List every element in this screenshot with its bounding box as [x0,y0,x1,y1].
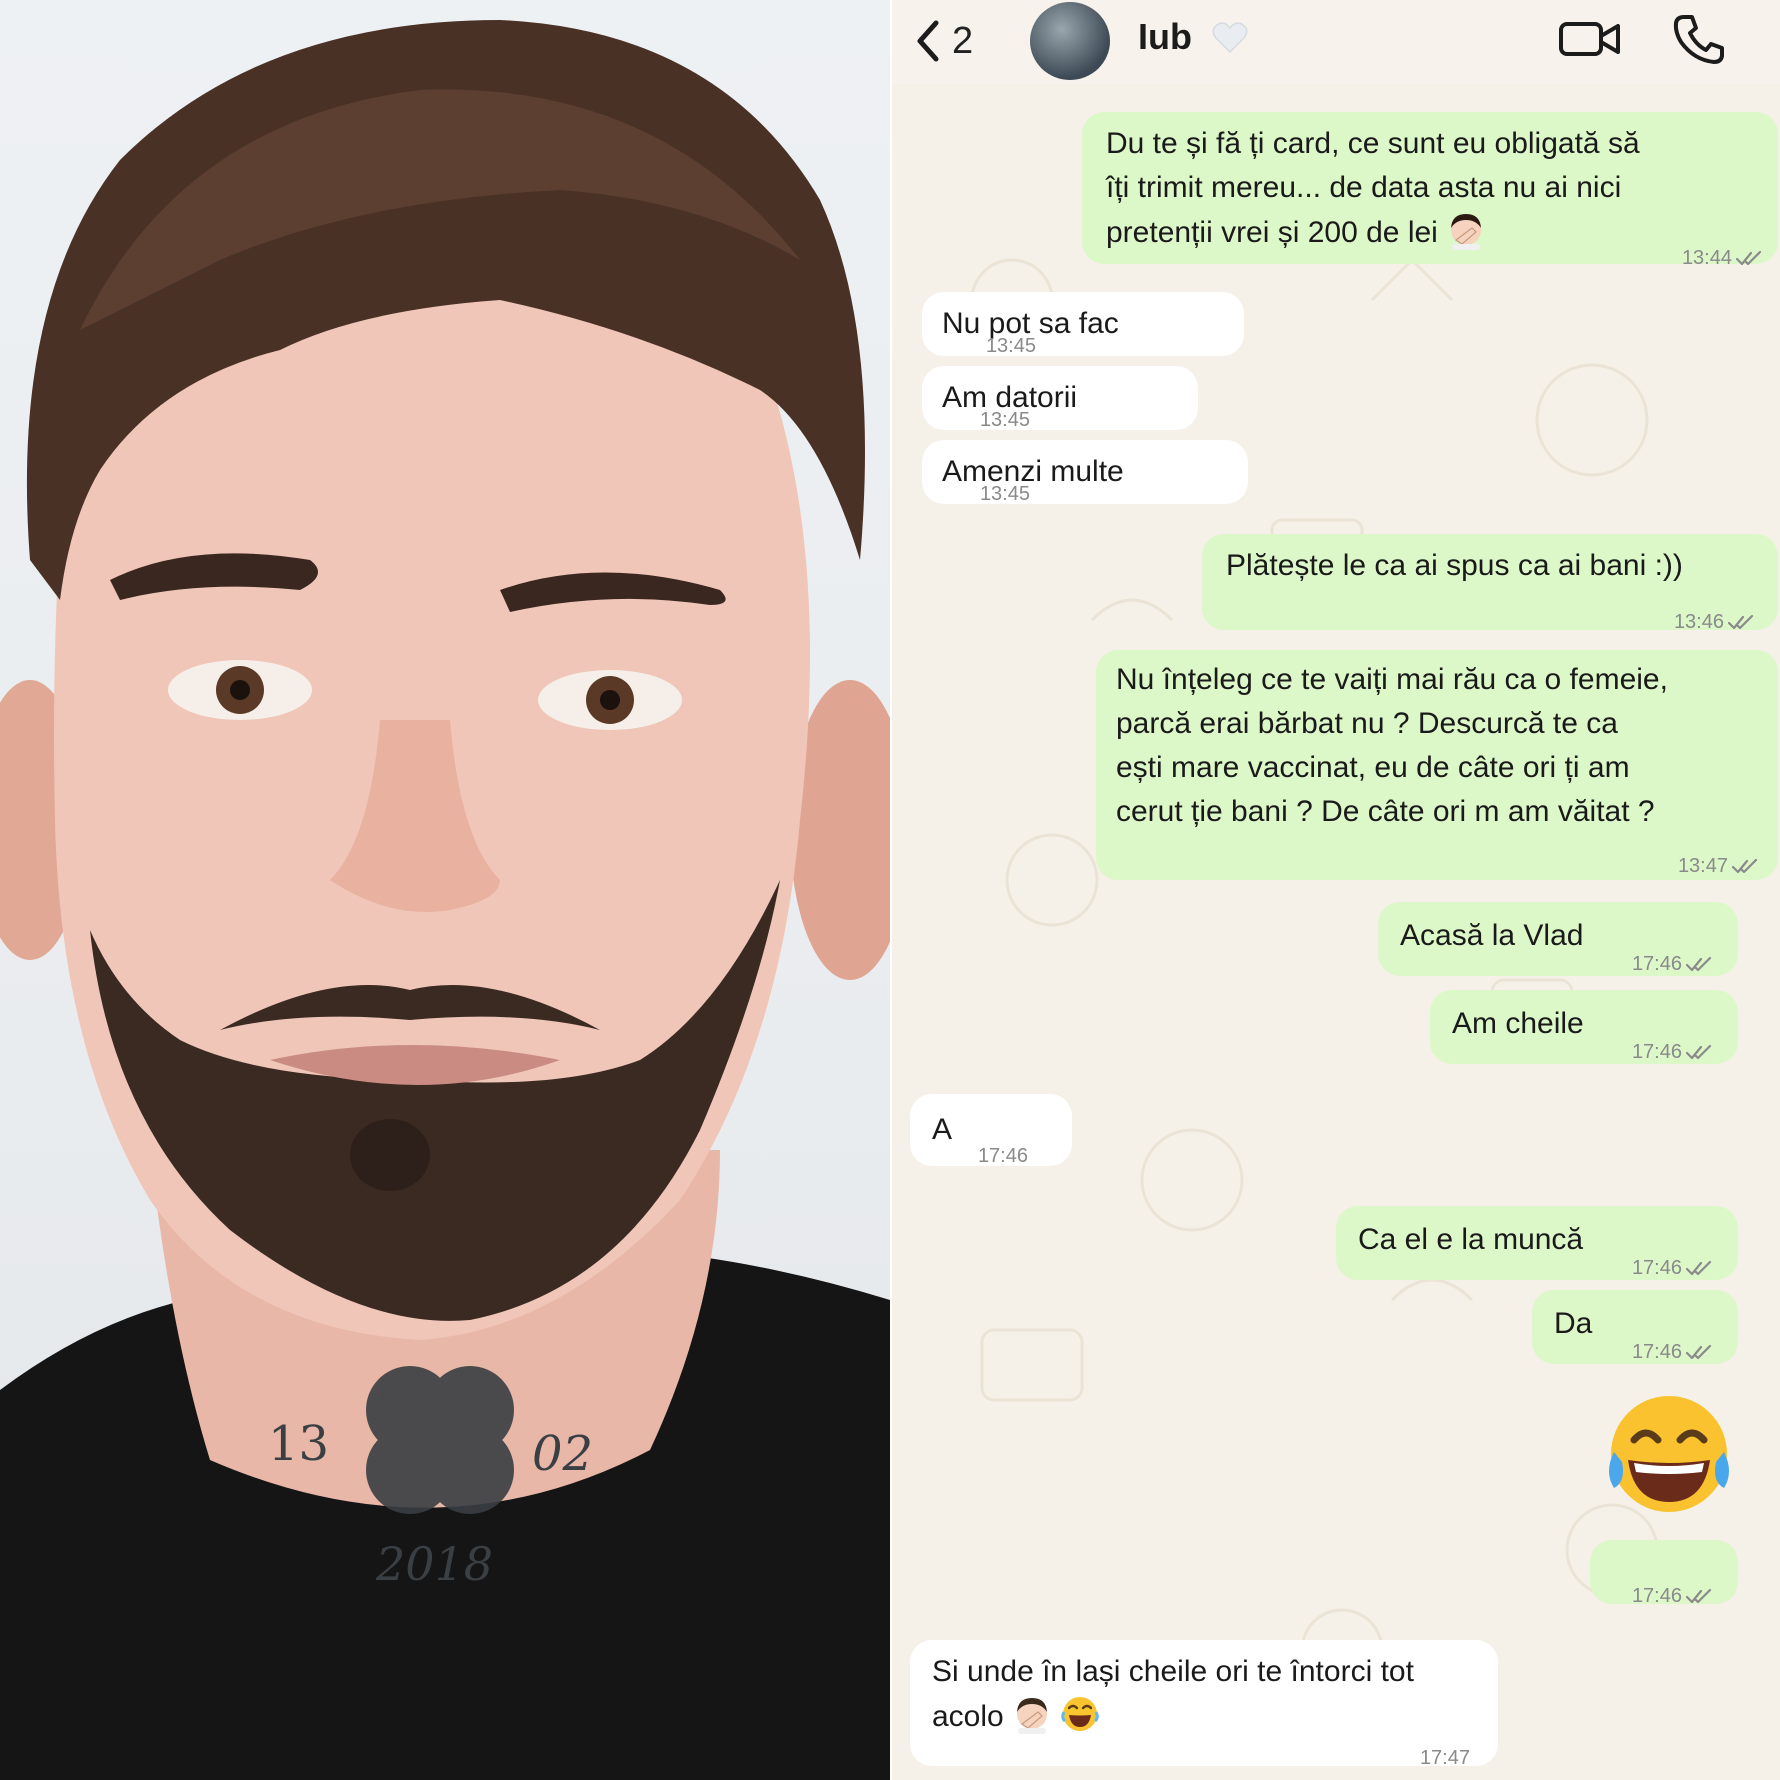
message-text: Acasă la Vlad [1400,919,1584,952]
message-time: 17:46 [1632,1330,1712,1374]
message-timestamp: 17:47 [1419,1747,1470,1769]
message-time: 13:44 [1682,236,1762,280]
message-text: Da [1554,1307,1593,1340]
read-ticks-icon [1736,250,1762,266]
message-timestamp: 17:46 [977,1145,1028,1167]
message-time: 17:46 [1632,1246,1712,1290]
tattoo-number-right: 02 [532,1426,593,1482]
message-time: 13:47 [1678,844,1758,888]
contact-avatar[interactable] [1030,2,1110,80]
facepalm-emoji-icon [1451,214,1482,250]
message-text: Plătește le ca ai spus ca ai bani :)) [1226,549,1683,582]
message-timestamp: 17:46 [1631,1585,1682,1607]
back-button[interactable]: 2 [912,14,973,68]
incoming-message[interactable]: Si unde în lași cheile ori te întorci to… [910,1640,1498,1769]
message-time: 17:46 [1632,1574,1712,1618]
message-timestamp: 17:46 [1631,1257,1682,1279]
message-timestamp: 17:46 [1631,953,1682,975]
message-text: îți trimit mereu... de data asta nu ai n… [1106,171,1622,204]
message-timestamp: 17:46 [1631,1341,1682,1363]
message-text: Du te și fă ți card, ce sunt eu obligată… [1106,127,1640,160]
face-with-tears-of-joy-icon [1609,1396,1729,1512]
message-text: pretenții vrei și 200 de lei [1106,210,1486,255]
read-ticks-icon [1728,614,1754,630]
outgoing-message[interactable]: Du te și fă ți card, ce sunt eu obligată… [1082,112,1778,269]
incoming-message[interactable]: Nu pot sa fac 13:45 [922,292,1244,357]
message-text: Si unde în lași cheile ori te întorci to… [932,1655,1414,1688]
message-timestamp: 13:45 [985,335,1036,357]
back-chevron-icon [917,20,939,62]
outgoing-message[interactable]: Am cheile 17:46 [1430,990,1738,1064]
outgoing-message[interactable]: 17:46 [1590,1540,1738,1607]
heart-icon [1212,22,1248,54]
outgoing-message[interactable]: Plătește le ca ai spus ca ai bani :)) 13:… [1202,534,1778,633]
read-ticks-icon [1686,1588,1712,1604]
tattoo-number-left: 13 [268,1416,329,1472]
outgoing-message[interactable]: Nu înțeleg ce te vaiți mai rău ca o feme… [1096,650,1778,880]
message-time: 17:46 [978,1134,1028,1178]
message-time: 13:45 [986,324,1036,368]
message-timestamp: 13:45 [979,483,1030,505]
message-timestamp: 13:47 [1677,855,1728,877]
laughing-emoji-icon [1061,1697,1100,1731]
chat-screen: 2 Iub Du te și fă ți card, ce sunt eu ob… [892,0,1780,1780]
chat-header: 2 Iub [892,0,1780,84]
message-time: 17:46 [1632,1030,1712,1074]
message-time: 13:45 [980,472,1030,516]
message-text: parcă erai bărbat nu ? Descurcă te ca [1116,707,1618,740]
incoming-message[interactable]: A 17:46 [910,1094,1072,1167]
message-timestamp: 17:46 [1631,1041,1682,1063]
read-ticks-icon [1686,1044,1712,1060]
outgoing-message[interactable]: Ca el e la muncă 17:46 [1336,1206,1738,1280]
message-text: Nu înțeleg ce te vaiți mai rău ca o feme… [1116,663,1668,696]
incoming-message[interactable]: Amenzi multe 13:45 [922,440,1248,505]
large-emoji-message[interactable] [1604,1392,1734,1527]
read-ticks-icon [1732,858,1758,874]
message-timestamp: 13:45 [979,409,1030,431]
read-ticks-icon [1686,1344,1712,1360]
phone-call-icon[interactable] [1672,12,1726,66]
message-time: 17:46 [1632,942,1712,986]
facepalm-emoji-icon [1017,1698,1048,1734]
message-text: cerut ție bani ? De câte ori m am văitat… [1116,795,1655,828]
outgoing-message[interactable]: Acasă la Vlad 17:46 [1378,902,1738,976]
message-timestamp: 13:46 [1673,611,1724,633]
message-timestamp: 13:44 [1681,247,1732,269]
read-ticks-icon [1686,956,1712,972]
outgoing-message[interactable]: Da 17:46 [1532,1290,1738,1364]
portrait-illustration: 13 02 2018 [0,20,890,1780]
portrait-photo: 13 02 2018 [0,0,890,1780]
video-call-icon[interactable] [1558,14,1622,64]
tattoo-year: 2018 [375,1537,493,1591]
unread-count: 2 [952,19,974,62]
read-ticks-icon [1686,1260,1712,1276]
message-time: 13:45 [980,398,1030,442]
contact-name[interactable]: Iub [1138,16,1192,58]
message-text: Amenzi multe [942,455,1124,488]
message-time: 17:47 [1420,1736,1470,1780]
message-text: A [932,1113,953,1146]
message-time: 13:46 [1674,600,1754,644]
message-text: acolo [932,1694,1100,1739]
message-text: Ca el e la muncă [1358,1223,1584,1256]
message-text: Am cheile [1452,1007,1584,1040]
incoming-message[interactable]: Am datorii 13:45 [922,366,1198,431]
message-text: ești mare vaccinat, eu de câte ori ți am [1116,751,1630,784]
